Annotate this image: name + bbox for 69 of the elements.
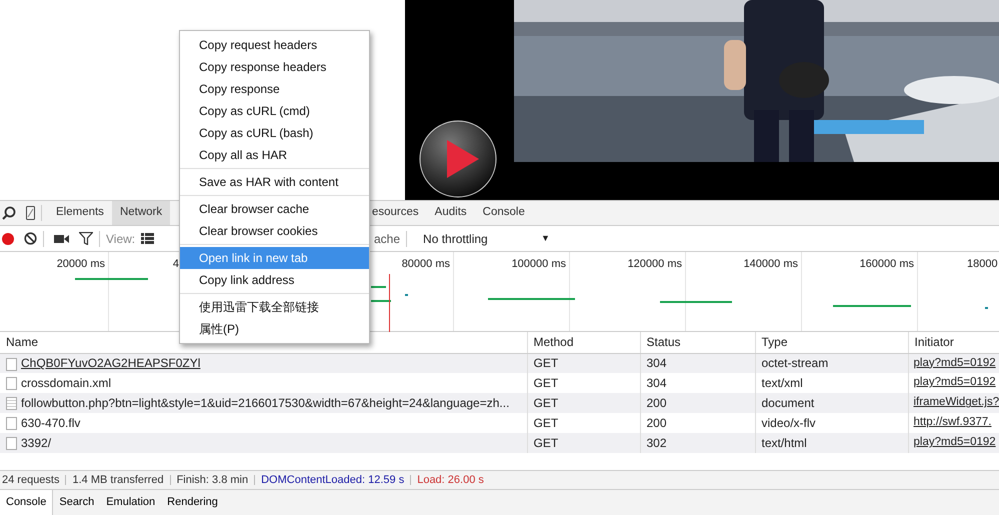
column-header[interactable]: Initiator <box>908 332 999 353</box>
list-view-icon[interactable] <box>141 233 154 244</box>
camera-icon[interactable] <box>54 234 69 244</box>
status-text: Load: 26.00 s <box>417 472 484 488</box>
panel-tab[interactable]: Audits <box>426 201 475 225</box>
view-label: View: <box>106 230 136 248</box>
drawer-tab[interactable]: Search <box>53 490 100 515</box>
disable-cache-label: ache <box>374 230 400 248</box>
status-text: 24 requests <box>2 472 60 488</box>
table-cell: GET <box>527 433 640 453</box>
status-text: Finish: 3.8 min <box>176 472 248 488</box>
time-tick-label: 160000 ms <box>860 257 914 272</box>
time-tick-label: 80000 ms <box>402 257 450 272</box>
search-icon[interactable] <box>2 206 16 220</box>
file-icon <box>6 377 17 390</box>
table-cell: 200 <box>640 393 755 413</box>
mobile-device-icon[interactable] <box>26 206 35 220</box>
panel-tab[interactable]: Network <box>112 201 170 225</box>
panel-tab[interactable]: esources <box>372 201 427 225</box>
table-cell: GET <box>527 353 640 373</box>
table-cell: document <box>755 393 908 413</box>
time-tick-label: 20000 ms <box>56 257 105 272</box>
column-header[interactable]: Method <box>527 332 640 353</box>
request-name[interactable]: 3392/ <box>21 436 52 450</box>
initiator-link[interactable]: http://swf.9377. <box>914 416 992 428</box>
menu-item[interactable]: Copy all as HAR <box>180 144 369 166</box>
menu-item[interactable]: Copy response headers <box>180 56 369 78</box>
menu-item[interactable]: Copy request headers <box>180 34 369 56</box>
clear-icon[interactable] <box>24 232 37 245</box>
initiator-link[interactable]: play?md5=0192 <box>914 376 996 388</box>
menu-item[interactable]: Copy as cURL (cmd) <box>180 100 369 122</box>
drawer-tab[interactable]: Rendering <box>161 490 224 515</box>
panel-tab[interactable]: Elements <box>48 201 112 225</box>
table-cell: 304 <box>640 353 755 373</box>
menu-item[interactable]: 属性(P) <box>180 318 369 340</box>
time-tick-label: 4 <box>172 257 179 272</box>
menu-item[interactable]: Copy as cURL (bash) <box>180 122 369 144</box>
panel-tab[interactable]: Console <box>474 201 533 225</box>
request-name[interactable]: 630-470.flv <box>21 416 80 430</box>
menu-item[interactable]: 使用迅雷下载全部链接 <box>180 296 369 318</box>
time-tick-label: 100000 ms <box>512 257 566 272</box>
menu-item[interactable]: Copy response <box>180 78 369 100</box>
time-tick-label: 140000 ms <box>744 257 798 272</box>
throttling-dropdown[interactable]: No throttling <box>423 230 542 248</box>
table-cell: GET <box>527 393 640 413</box>
record-icon[interactable] <box>2 232 14 244</box>
file-icon <box>6 358 17 371</box>
file-icon <box>6 437 17 450</box>
time-tick-label: 120000 ms <box>628 257 682 272</box>
table-cell: octet-stream <box>755 353 908 373</box>
menu-item[interactable]: Clear browser cache <box>180 198 369 220</box>
file-icon <box>6 417 17 430</box>
drawer-tab[interactable]: Emulation <box>100 490 162 515</box>
table-cell: 302 <box>640 433 755 453</box>
drawer-tab[interactable]: Console <box>0 490 54 515</box>
dropdown-arrow[interactable]: ▼ <box>541 232 550 246</box>
filter-icon[interactable] <box>79 232 93 245</box>
status-text: DOMContentLoaded: 12.59 s <box>261 472 404 488</box>
request-name[interactable]: crossdomain.xml <box>21 376 112 390</box>
column-header[interactable]: Status <box>640 332 755 353</box>
play-icon[interactable] <box>419 120 497 198</box>
menu-item[interactable]: Copy link address <box>180 269 369 291</box>
column-header[interactable]: Type <box>755 332 908 353</box>
document-icon <box>6 397 17 410</box>
time-tick-label: 18000 <box>967 257 998 272</box>
menu-item[interactable]: Save as HAR with content <box>180 171 369 193</box>
menu-item[interactable]: Clear browser cookies <box>180 220 369 242</box>
table-cell: text/html <box>755 433 908 453</box>
status-text: 1.4 MB transferred <box>72 472 164 488</box>
